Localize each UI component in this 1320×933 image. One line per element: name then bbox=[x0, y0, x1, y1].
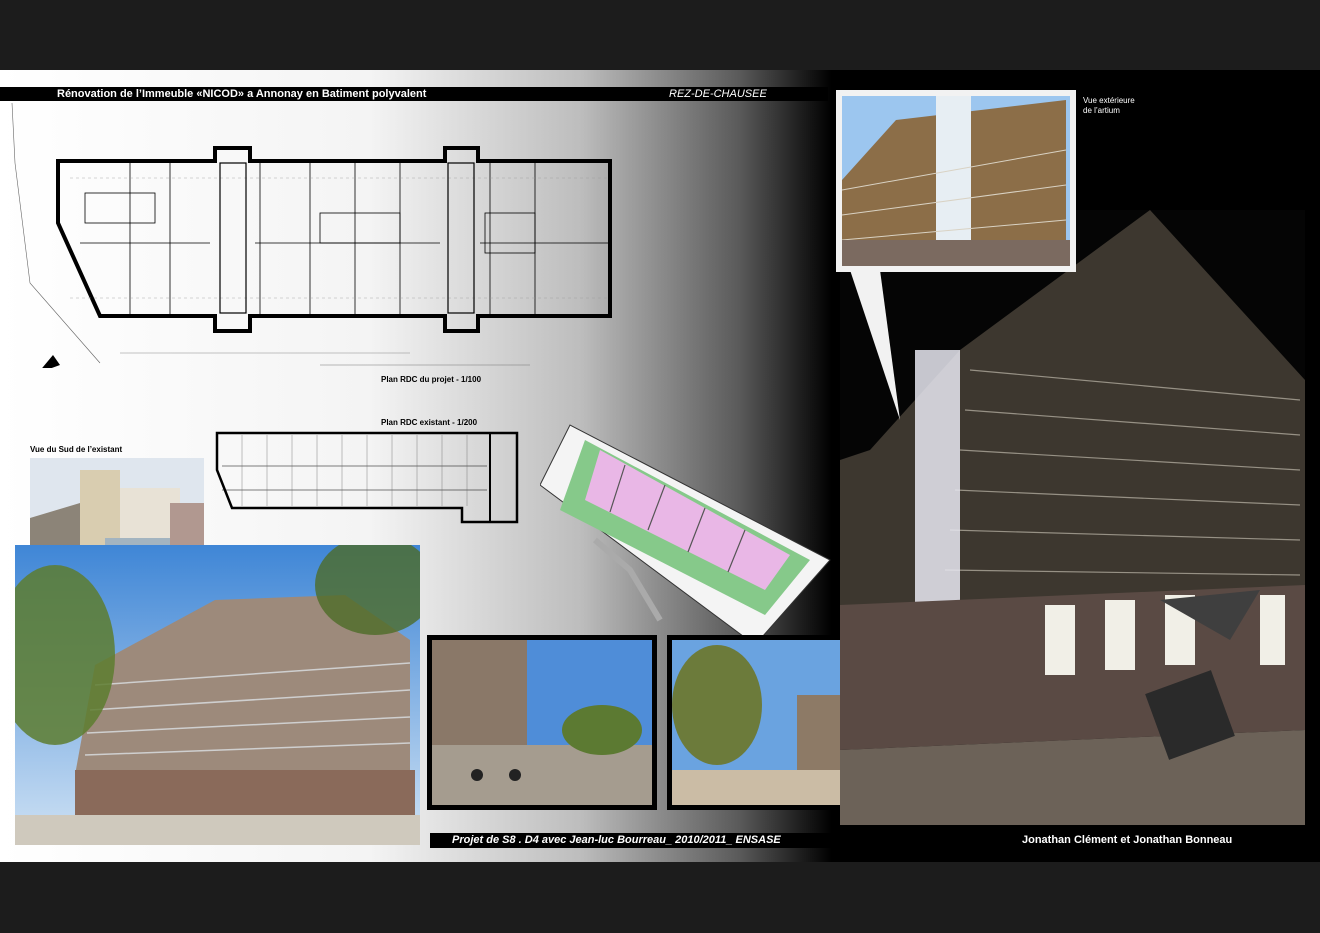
atrium-caption-line1: Vue extérieure bbox=[1083, 96, 1135, 105]
authors: Jonathan Clément et Jonathan Bonneau bbox=[1022, 834, 1233, 846]
atrium-exterior-view bbox=[836, 90, 1076, 272]
project-credit: Projet de S8 . D4 avec Jean-luc Bourreau… bbox=[452, 834, 781, 846]
atrium-caption-line2: de l’artium bbox=[1083, 106, 1120, 115]
